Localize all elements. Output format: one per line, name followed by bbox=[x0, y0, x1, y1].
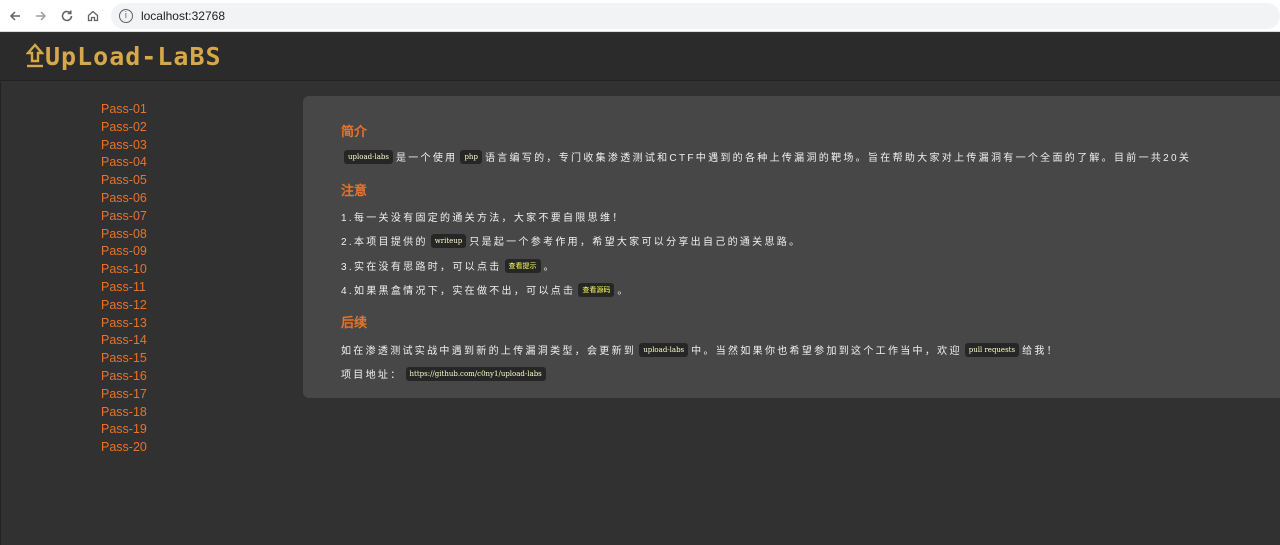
project-address: 项目地址： https://github.com/c0ny1/upload-la… bbox=[341, 366, 549, 381]
sidebar-item-pass-06[interactable]: Pass-06 bbox=[101, 190, 221, 208]
sidebar-item-pass-13[interactable]: Pass-13 bbox=[101, 315, 221, 333]
notice-title: 注意 bbox=[341, 183, 368, 198]
back-arrow-icon[interactable] bbox=[3, 4, 27, 28]
pass-menu: Pass-01 Pass-02 Pass-03 Pass-04 Pass-05 Pass-… bbox=[101, 101, 221, 457]
logo[interactable]: UpLoad-LaBS bbox=[26, 41, 222, 71]
sidebar-item-pass-08[interactable]: Pass-08 bbox=[101, 226, 221, 244]
sidebar-item-pass-07[interactable]: Pass-07 bbox=[101, 208, 221, 226]
reload-icon[interactable] bbox=[55, 4, 79, 28]
sidebar-item-pass-19[interactable]: Pass-19 bbox=[101, 421, 221, 439]
sidebar-item-pass-16[interactable]: Pass-16 bbox=[101, 368, 221, 386]
sidebar-item-pass-11[interactable]: Pass-11 bbox=[101, 279, 221, 297]
logo-text: UpLoad-LaBS bbox=[45, 41, 222, 71]
browser-toolbar: i localhost:32768 bbox=[0, 0, 1280, 32]
followup-text: 如在渗透测试实战中遇到新的上传漏洞类型，会更新到 upload-labs 中。当… bbox=[341, 342, 1059, 357]
intro-title: 简介 bbox=[341, 124, 368, 139]
code-upload-labs-2: upload-labs bbox=[639, 342, 689, 357]
site-info-icon[interactable]: i bbox=[118, 8, 133, 23]
sidebar-item-pass-02[interactable]: Pass-02 bbox=[101, 119, 221, 137]
followup-title: 后续 bbox=[341, 315, 368, 330]
sidebar-item-pass-04[interactable]: Pass-04 bbox=[101, 154, 221, 172]
notice-item-4: 4.如果黑盒情况下，实在做不出，可以点击 查看源码 。 bbox=[341, 282, 630, 297]
home-icon[interactable] bbox=[81, 4, 105, 28]
sidebar-item-pass-17[interactable]: Pass-17 bbox=[101, 386, 221, 404]
address-bar[interactable]: i localhost:32768 bbox=[110, 2, 1280, 29]
site-header: UpLoad-LaBS bbox=[0, 33, 1280, 81]
code-upload-labs: upload-labs bbox=[344, 149, 393, 164]
left-edge-divider bbox=[0, 82, 1, 545]
project-url-link[interactable]: https://github.com/c0ny1/upload-labs bbox=[405, 366, 546, 381]
code-writeup: writeup bbox=[430, 233, 467, 248]
code-php: php bbox=[460, 149, 482, 164]
upload-arrow-icon bbox=[26, 43, 44, 68]
intro-text: upload-labs 是一个使用 php 语言编写的，专门收集渗透测试和CTF… bbox=[341, 149, 1191, 164]
sidebar-item-pass-15[interactable]: Pass-15 bbox=[101, 350, 221, 368]
url-text: localhost:32768 bbox=[140, 8, 226, 23]
notice-item-1: 1.每一关没有固定的通关方法，大家不要自限思维！ bbox=[341, 213, 625, 224]
sidebar-item-pass-14[interactable]: Pass-14 bbox=[101, 332, 221, 350]
notice-item-2: 2.本项目提供的 writeup 只是起一个参考作用，希望大家可以分享出自己的通… bbox=[341, 233, 801, 248]
intro-panel: 简介 upload-labs 是一个使用 php 语言编写的，专门收集渗透测试和… bbox=[303, 96, 1280, 398]
sidebar-item-pass-18[interactable]: Pass-18 bbox=[101, 404, 221, 422]
sidebar-item-pass-01[interactable]: Pass-01 bbox=[101, 101, 221, 119]
code-pull-requests: pull requests bbox=[964, 342, 1020, 357]
show-source-link[interactable]: 查看源码 bbox=[578, 282, 615, 297]
sidebar-item-pass-10[interactable]: Pass-10 bbox=[101, 261, 221, 279]
sidebar-item-pass-12[interactable]: Pass-12 bbox=[101, 297, 221, 315]
sidebar-item-pass-03[interactable]: Pass-03 bbox=[101, 137, 221, 155]
sidebar-item-pass-20[interactable]: Pass-20 bbox=[101, 439, 221, 457]
sidebar-item-pass-05[interactable]: Pass-05 bbox=[101, 172, 221, 190]
sidebar-item-pass-09[interactable]: Pass-09 bbox=[101, 243, 221, 261]
forward-arrow-icon[interactable] bbox=[29, 4, 53, 28]
show-hint-link[interactable]: 查看提示 bbox=[504, 258, 541, 273]
notice-item-3: 3.实在没有思路时，可以点击 查看提示 。 bbox=[341, 258, 556, 273]
